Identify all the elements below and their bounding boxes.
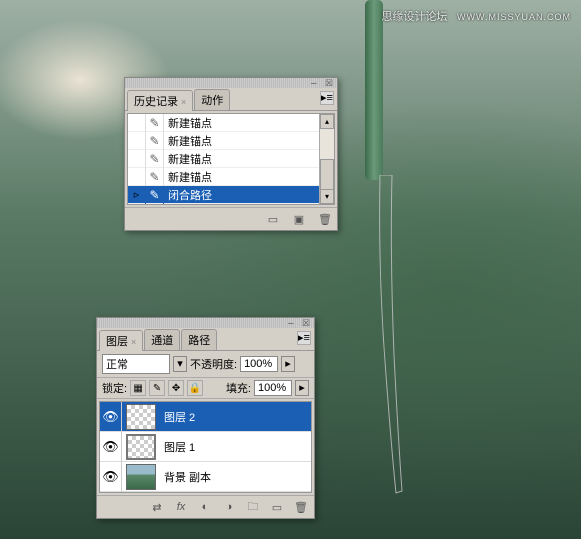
lock-label: 锁定: (102, 380, 127, 396)
anchor-icon: ✎ (149, 134, 159, 148)
tab-layers[interactable]: 图层× (99, 330, 143, 351)
history-list: ✎新建锚点 ✎新建锚点 ✎新建锚点 ✎新建锚点 ▹✎闭合路径 ▴ ▾ (127, 113, 335, 205)
visibility-icon[interactable]: 👁 (100, 402, 122, 432)
link-layers-icon[interactable]: ⇄ (148, 499, 166, 515)
blend-mode-select[interactable]: 正常 (102, 354, 170, 374)
scrollbar[interactable]: ▴ ▾ (319, 114, 334, 204)
visibility-icon[interactable]: 👁 (100, 462, 122, 492)
lock-transparent-icon[interactable]: ▦ (130, 380, 146, 396)
path-icon: ✎ (149, 188, 159, 202)
new-doc-icon[interactable]: ▭ (264, 211, 282, 227)
close-icon[interactable]: ☒ (302, 318, 312, 326)
tab-channels[interactable]: 通道 (144, 329, 180, 350)
history-item[interactable]: ✎新建锚点 (128, 114, 334, 132)
history-tabs: 历史记录× 动作 ▸≡ (125, 88, 337, 111)
opacity-input[interactable]: 100% (240, 356, 278, 372)
history-footer: ▭ ▣ 🗑 (125, 207, 337, 230)
visibility-icon[interactable]: 👁 (100, 432, 122, 462)
layer-list: 👁 图层 2 👁 图层 1 👁 背景 副本 (99, 401, 312, 493)
close-icon[interactable]: ☒ (325, 78, 335, 86)
history-item[interactable]: ✎新建锚点 (128, 168, 334, 186)
tab-actions[interactable]: 动作 (194, 89, 230, 110)
layer-name: 图层 1 (160, 439, 195, 455)
panel-menu-icon[interactable]: ▸≡ (297, 331, 311, 345)
history-panel: – ☒ 历史记录× 动作 ▸≡ ✎新建锚点 ✎新建锚点 ✎新建锚点 ✎新建锚点 … (124, 77, 338, 231)
lock-all-icon[interactable]: 🔒 (187, 380, 203, 396)
fill-label: 填充: (226, 380, 251, 396)
layers-tabs: 图层× 通道 路径 ▸≡ (97, 328, 314, 351)
lotus-stem (365, 0, 383, 180)
new-layer-icon[interactable]: ▭ (268, 499, 286, 515)
watermark-url: WWW.MISSYUAN.COM (457, 12, 571, 22)
scroll-down-icon[interactable]: ▾ (320, 189, 334, 204)
layer-row-selected[interactable]: 👁 图层 2 (100, 402, 311, 432)
history-item[interactable]: ✎新建锚点 (128, 132, 334, 150)
anchor-icon: ✎ (149, 152, 159, 166)
anchor-icon: ✎ (149, 170, 159, 184)
trash-icon[interactable]: 🗑 (292, 499, 310, 515)
watermark-text: 思缘设计论坛 (381, 11, 447, 23)
tab-history[interactable]: 历史记录× (127, 90, 193, 111)
watermark: 思缘设计论坛 WWW.MISSYUAN.COM (381, 8, 571, 24)
layer-thumbnail[interactable] (126, 404, 156, 430)
lock-position-icon[interactable]: ✥ (168, 380, 184, 396)
panel-menu-icon[interactable]: ▸≡ (320, 91, 334, 105)
layer-row[interactable]: 👁 背景 副本 (100, 462, 311, 492)
lock-fill-row: 锁定: ▦ ✎ ✥ 🔒 填充: 100% ▸ (97, 377, 314, 399)
layers-panel: – ☒ 图层× 通道 路径 ▸≡ 正常 ▾ 不透明度: 100% ▸ 锁定: ▦… (96, 317, 315, 519)
tab-close-icon[interactable]: × (181, 97, 186, 107)
layer-name: 背景 副本 (160, 469, 211, 485)
tab-paths[interactable]: 路径 (181, 329, 217, 350)
layers-footer: ⇄ fx ◐ ◑ 🗀 ▭ 🗑 (97, 495, 314, 518)
fx-icon[interactable]: fx (172, 499, 190, 515)
layer-row[interactable]: 👁 图层 1 (100, 432, 311, 462)
layer-thumbnail[interactable] (126, 464, 156, 490)
anchor-icon: ✎ (149, 116, 159, 130)
scroll-up-icon[interactable]: ▴ (320, 114, 334, 129)
blend-opacity-row: 正常 ▾ 不透明度: 100% ▸ (97, 351, 314, 377)
history-item[interactable]: ✎新建锚点 (128, 150, 334, 168)
history-titlebar[interactable]: – ☒ (125, 78, 337, 88)
fill-slider-icon[interactable]: ▸ (295, 380, 309, 396)
mask-icon[interactable]: ◐ (196, 499, 214, 515)
group-icon[interactable]: 🗀 (244, 499, 262, 515)
opacity-label: 不透明度: (190, 356, 237, 372)
minimize-icon[interactable]: – (311, 78, 321, 86)
history-item-selected[interactable]: ▹✎闭合路径 (128, 186, 334, 204)
trash-icon[interactable]: 🗑 (316, 211, 334, 227)
tab-close-icon[interactable]: × (131, 337, 136, 347)
layer-name: 图层 2 (160, 409, 195, 425)
adjustment-icon[interactable]: ◑ (220, 499, 238, 515)
snapshot-icon[interactable]: ▣ (290, 211, 308, 227)
dropdown-icon[interactable]: ▾ (173, 356, 187, 372)
layer-thumbnail[interactable] (126, 434, 156, 460)
minimize-icon[interactable]: – (288, 318, 298, 326)
fill-input[interactable]: 100% (254, 380, 292, 396)
layers-titlebar[interactable]: – ☒ (97, 318, 314, 328)
opacity-slider-icon[interactable]: ▸ (281, 356, 295, 372)
lock-pixels-icon[interactable]: ✎ (149, 380, 165, 396)
